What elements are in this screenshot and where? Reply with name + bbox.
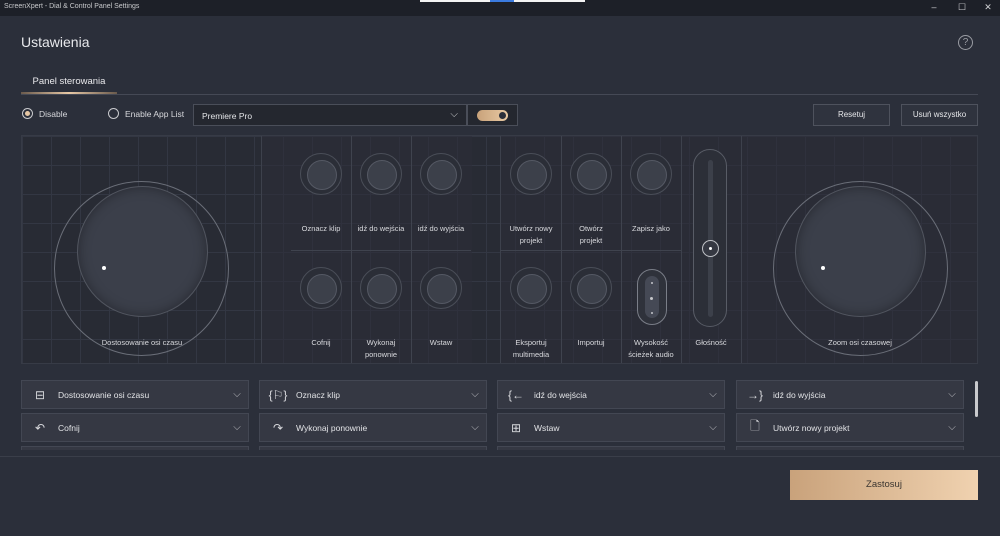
app-select[interactable]: Premiere Pro ⌵: [193, 104, 467, 126]
chevron-down-icon: ⌵: [709, 389, 717, 400]
knob-mark-clip[interactable]: [300, 153, 342, 195]
knob-label: idź do wejścia: [357, 224, 405, 233]
chevron-down-icon: ⌵: [471, 389, 479, 400]
radio-selected-icon: [22, 108, 33, 119]
window-title: ScreenXpert - Dial & Control Panel Setti…: [4, 3, 140, 10]
knob-go-to-out[interactable]: [420, 153, 462, 195]
reset-button[interactable]: Resetuj: [813, 104, 890, 126]
slider-label: Głośność: [695, 338, 727, 347]
radio-unselected-icon: [108, 108, 119, 119]
app-select-value: Premiere Pro: [202, 111, 253, 121]
assignment-label: Dostosowanie osi czasu: [58, 389, 150, 400]
chevron-down-icon: ⌵: [233, 422, 241, 433]
assignment-dropdown-new-project[interactable]: 🗋 Utwórz nowy projekt ⌵: [736, 413, 964, 442]
chevron-down-icon: ⌵: [948, 389, 956, 400]
chevron-down-icon: ⌵: [471, 422, 479, 433]
assignment-label: Wstaw: [534, 422, 560, 433]
tab-divider: [21, 94, 978, 95]
apply-button[interactable]: Zastosuj: [790, 470, 978, 500]
assignment-label: Oznacz klip: [296, 389, 340, 400]
right-dial-indicator: [821, 266, 825, 270]
insert-icon: ⊞: [510, 420, 522, 435]
assignment-dropdown-partial[interactable]: [736, 446, 964, 450]
left-dial-label: Dostosowanie osi czasu: [101, 338, 183, 347]
left-dial[interactable]: [77, 186, 208, 317]
assignment-dropdown-partial[interactable]: [21, 446, 249, 450]
knob-go-to-in[interactable]: [360, 153, 402, 195]
disable-radio[interactable]: Disable: [22, 108, 67, 119]
right-dial-label: Zoom osi czasowej: [828, 338, 892, 347]
assignment-label: Wykonaj ponownie: [296, 422, 368, 433]
assignment-dropdown-go-to-out[interactable]: →} idź do wyjścia ⌵: [736, 380, 964, 409]
assignment-label: idź do wyjścia: [773, 389, 826, 400]
minimize-button[interactable]: –: [924, 2, 944, 12]
assignment-dropdown-partial[interactable]: [259, 446, 487, 450]
enable-app-list-radio[interactable]: Enable App List: [108, 108, 184, 119]
assignment-dropdown-go-to-in[interactable]: {← idź do wejścia ⌵: [497, 380, 725, 409]
assignment-label: Utwórz nowy projekt: [773, 422, 850, 433]
maximize-button[interactable]: ☐: [952, 2, 972, 13]
footer-divider: [0, 456, 1000, 457]
chevron-down-icon: ⌵: [450, 109, 458, 120]
control-panel-preview: Dostosowanie osi czasu Oznacz klip idź d…: [21, 135, 978, 364]
right-dial[interactable]: [795, 186, 926, 317]
knob-label: idź do wyjścia: [417, 224, 465, 233]
enable-app-list-label: Enable App List: [125, 108, 185, 119]
mark-clip-icon: {⚐}: [268, 387, 288, 402]
knob-label: Wstaw: [429, 338, 453, 347]
knob-label: Otwórz projekt: [579, 224, 603, 245]
knob-import[interactable]: [570, 267, 612, 309]
tab-control-panel[interactable]: Panel sterowania: [21, 76, 117, 87]
knob-label: Importuj: [577, 338, 605, 347]
left-dial-indicator: [102, 266, 106, 270]
undo-icon: ↶: [34, 420, 46, 435]
knob-redo[interactable]: [360, 267, 402, 309]
chevron-down-icon: ⌵: [948, 422, 956, 433]
knob-new-project[interactable]: [510, 153, 552, 195]
knob-label: Wysokość ścieżek audio: [628, 338, 674, 359]
redo-icon: ↷: [272, 420, 284, 435]
timeline-icon: ⊟: [34, 387, 46, 402]
assignments-scrollbar[interactable]: [975, 381, 978, 417]
remove-all-button[interactable]: Usuń wszystko: [901, 104, 978, 126]
chevron-down-icon: ⌵: [709, 422, 717, 433]
title-bar: ScreenXpert - Dial & Control Panel Setti…: [0, 0, 1000, 16]
volume-track: [708, 160, 713, 317]
assignment-dropdown-insert[interactable]: ⊞ Wstaw ⌵: [497, 413, 725, 442]
app-toggle-container: [467, 104, 518, 126]
close-button[interactable]: ✕: [978, 2, 998, 13]
assignment-dropdown-undo[interactable]: ↶ Cofnij ⌵: [21, 413, 249, 442]
title-accent: [420, 0, 585, 2]
assignment-label: idź do wejścia: [534, 389, 587, 400]
knob-export-media[interactable]: [510, 267, 552, 309]
disable-label: Disable: [39, 108, 68, 119]
assignment-dropdown-redo[interactable]: ↷ Wykonaj ponownie ⌵: [259, 413, 487, 442]
audio-track-height-scroller[interactable]: [637, 269, 667, 325]
volume-slider[interactable]: [693, 149, 727, 327]
new-project-icon: 🗋: [750, 419, 760, 433]
volume-thumb[interactable]: [702, 240, 719, 257]
knob-label: Utwórz nowy projekt: [509, 224, 553, 245]
knob-save-as[interactable]: [630, 153, 672, 195]
knob-label: Wykonaj ponownie: [364, 338, 398, 359]
knob-insert[interactable]: [420, 267, 462, 309]
assignment-label: Cofnij: [58, 422, 80, 433]
knob-label: Oznacz klip: [301, 224, 341, 233]
help-icon[interactable]: ?: [958, 35, 973, 50]
page-title: Ustawienia: [21, 34, 90, 50]
knob-label: Cofnij: [311, 338, 331, 347]
assignment-dropdown-timeline[interactable]: ⊟ Dostosowanie osi czasu ⌵: [21, 380, 249, 409]
go-to-in-icon: {←: [507, 387, 524, 402]
assignment-dropdown-mark-clip[interactable]: {⚐} Oznacz klip ⌵: [259, 380, 487, 409]
assignment-dropdown-partial[interactable]: [497, 446, 725, 450]
go-to-out-icon: →}: [746, 387, 763, 402]
knob-open-project[interactable]: [570, 153, 612, 195]
app-toggle[interactable]: [477, 110, 508, 121]
knob-label: Zapisz jako: [632, 224, 670, 233]
knob-undo[interactable]: [300, 267, 342, 309]
chevron-down-icon: ⌵: [233, 389, 241, 400]
knob-label: Eksportuj multimedia: [512, 338, 550, 359]
